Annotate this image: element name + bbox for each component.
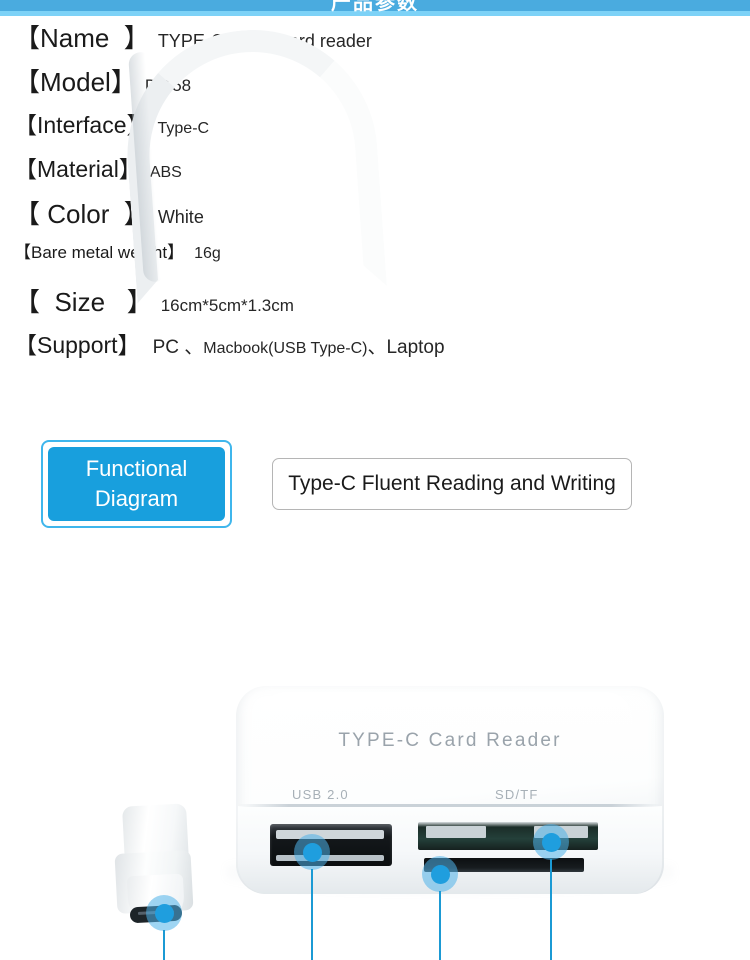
functional-diagram-badge: Functional Diagram (41, 440, 232, 528)
callout-line-tf-slot (439, 891, 441, 960)
functional-diagram-line-2: Diagram (94, 486, 179, 511)
usb-2-0-port (270, 824, 392, 866)
callout-dot-core (541, 832, 561, 852)
spec-label-material: 【Material】 (14, 156, 142, 182)
callout-line-sd-slot (550, 859, 552, 960)
product-detail-page: 产品参数 【Name 】 TYPE-C 3-in-1 card reader 【… (0, 0, 750, 960)
callout-dot-core (154, 903, 174, 923)
product-sdtf-label: SD/TF (495, 787, 539, 802)
callout-dot-core (302, 842, 322, 862)
spec-label-support: 【Support】 (14, 332, 141, 358)
spec-label-size: 【 Size 】 (14, 287, 153, 317)
spec-label-name: 【Name 】 (14, 23, 150, 53)
card-reader-front-edge (238, 804, 662, 807)
callout-dot-core (430, 864, 450, 884)
product-brand-label: TYPE-C Card Reader (338, 730, 562, 751)
spec-row-support: 【Support】 PC 、Macbook(USB Type-C)、Laptop (0, 326, 750, 370)
spec-row-size: 【 Size 】 16cm*5cm*1.3cm (0, 282, 750, 326)
spec-value-support-prefix: PC 、 (152, 337, 204, 358)
spec-value-support-suffix: 、Laptop (367, 337, 445, 358)
banner-title: 产品参数 (331, 0, 419, 14)
top-banner: 产品参数 (0, 0, 750, 16)
callout-line-usb-port (311, 869, 313, 960)
callout-dot-type-c-connector (146, 895, 182, 931)
spec-label-model: 【Model】 (14, 67, 137, 97)
functional-diagram-badge-inner: Functional Diagram (48, 447, 225, 521)
spec-value-support: PC 、Macbook(USB Type-C)、Laptop (153, 332, 445, 359)
sd-card-slot (418, 822, 598, 850)
product-usb-label: USB 2.0 (292, 787, 349, 802)
spec-value-support-macbook: Macbook(USB Type-C) (203, 340, 368, 357)
spec-row-name: 【Name 】 TYPE-C 3-in-1 card reader (0, 18, 750, 62)
callout-dot-sd-slot (533, 824, 569, 860)
callout-dot-usb-port (294, 834, 330, 870)
callout-line-type-c-connector (163, 930, 165, 960)
spec-row-model: 【Model】 D-158 (0, 62, 750, 106)
feature-callout-box: Type-C Fluent Reading and Writing (272, 458, 632, 510)
functional-diagram-line-1: Functional (85, 456, 188, 481)
callout-dot-tf-slot (422, 856, 458, 892)
